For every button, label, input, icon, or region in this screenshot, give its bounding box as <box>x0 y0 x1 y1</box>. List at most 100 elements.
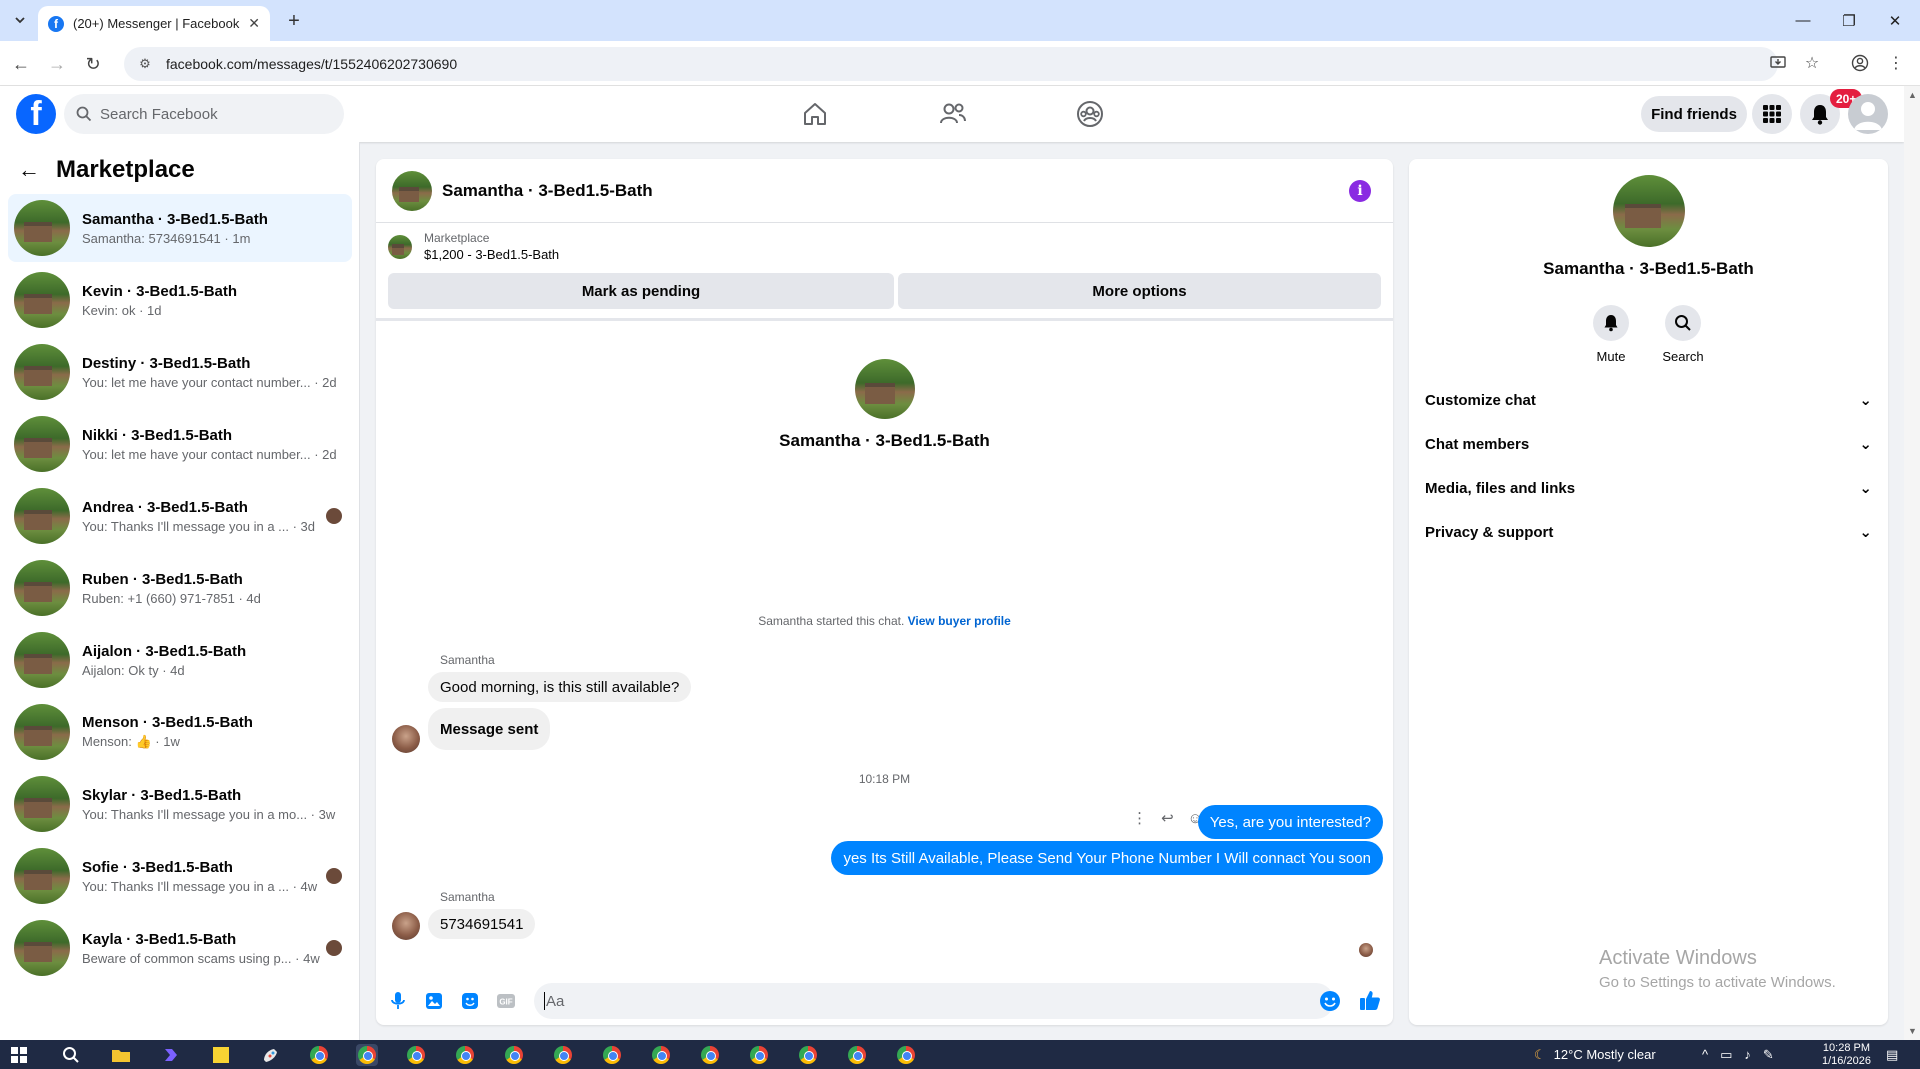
chat-list-item[interactable]: Menson · 3-Bed1.5-Bath Menson: 👍 · 1w <box>8 698 352 766</box>
chrome-icon[interactable] <box>650 1044 672 1066</box>
incoming-message[interactable]: Good morning, is this still available? <box>428 672 692 702</box>
groups-icon[interactable] <box>1070 94 1110 134</box>
sender-avatar[interactable] <box>392 725 420 753</box>
emoji-icon[interactable] <box>1318 989 1342 1013</box>
chat-list-item[interactable]: Skylar · 3-Bed1.5-Bath You: Thanks I'll m… <box>8 770 352 838</box>
gif-icon[interactable]: GIF <box>494 989 518 1013</box>
chat-list-item[interactable]: Aijalon · 3-Bed1.5-Bath Aijalon: Ok ty · … <box>8 626 352 694</box>
outgoing-message[interactable]: yes Its Still Available, Please Send You… <box>831 841 1383 875</box>
info-profile-avatar[interactable] <box>1612 175 1685 247</box>
chrome-icon[interactable] <box>895 1044 917 1066</box>
chat-list-item[interactable]: Ruben · 3-Bed1.5-Bath Ruben: +1 (660) 971… <box>8 554 352 622</box>
chat-list-item[interactable]: Kevin · 3-Bed1.5-Bath Kevin: ok · 1d <box>8 266 352 334</box>
time-separator: 10:18 PM <box>858 772 911 786</box>
forward-arrow-icon[interactable]: → <box>44 51 70 77</box>
paint-icon[interactable] <box>260 1044 282 1066</box>
microphone-icon[interactable] <box>386 989 410 1013</box>
weather-widget[interactable]: ☾ 12°C Mostly clear <box>1534 1040 1656 1069</box>
copilot-icon[interactable] <box>160 1044 182 1066</box>
chat-name: Aijalon · 3-Bed1.5-Bath <box>82 642 247 660</box>
chat-list-item[interactable]: Destiny · 3-Bed1.5-Bath You: let me have … <box>8 338 352 406</box>
chat-members-section[interactable]: Chat members ⌄ <box>1425 426 1872 462</box>
outgoing-message[interactable]: Yes, are you interested? <box>1197 805 1383 839</box>
notification-center-icon[interactable]: ▤ <box>1886 1040 1898 1069</box>
view-buyer-profile-link[interactable]: View buyer profile <box>908 614 1011 628</box>
photo-icon[interactable] <box>422 989 446 1013</box>
chrome-icon[interactable] <box>846 1044 868 1066</box>
chrome-icon[interactable] <box>748 1044 770 1066</box>
friends-icon[interactable] <box>933 94 973 134</box>
install-app-icon[interactable] <box>1766 51 1790 75</box>
chrome-icon[interactable] <box>356 1044 378 1066</box>
site-info-icon[interactable]: ⚙ <box>136 55 154 73</box>
facebook-search[interactable]: Search Facebook <box>64 94 344 134</box>
tab-search-button[interactable] <box>8 8 32 32</box>
profile-avatar[interactable] <box>854 359 915 419</box>
message-input[interactable]: Aa <box>534 983 1334 1019</box>
chrome-icon[interactable] <box>797 1044 819 1066</box>
chrome-icon[interactable] <box>503 1044 525 1066</box>
volume-icon[interactable]: ♪ <box>1744 1047 1751 1062</box>
sticky-notes-icon[interactable] <box>210 1044 232 1066</box>
windows-start-icon[interactable] <box>8 1044 30 1066</box>
facebook-logo[interactable]: f <box>16 94 56 134</box>
file-explorer-icon[interactable] <box>110 1044 132 1066</box>
listing-info[interactable]: Marketplace $1,200 - 3-Bed1.5-Bath <box>388 231 559 262</box>
more-actions-icon[interactable]: ⋮ <box>1132 809 1147 827</box>
media-files-links-section[interactable]: Media, files and links ⌄ <box>1425 470 1872 506</box>
network-icon[interactable]: ▭ <box>1720 1047 1732 1063</box>
chrome-icon[interactable] <box>699 1044 721 1066</box>
chrome-icon[interactable] <box>552 1044 574 1066</box>
incoming-message[interactable]: Message sent <box>428 708 551 750</box>
taskbar-search-icon[interactable] <box>60 1044 82 1066</box>
listing-thumbnail <box>14 488 70 544</box>
back-arrow-icon[interactable]: ← <box>8 51 34 77</box>
customize-chat-section[interactable]: Customize chat ⌄ <box>1425 382 1872 418</box>
search-in-chat-button[interactable]: Search <box>1643 305 1723 364</box>
browser-menu-icon[interactable]: ⋮ <box>1884 51 1908 75</box>
sticker-icon[interactable] <box>458 989 482 1013</box>
close-window-button[interactable]: ✕ <box>1872 0 1918 41</box>
chrome-icon[interactable] <box>601 1044 623 1066</box>
chat-list-item[interactable]: Samantha · 3-Bed1.5-Bath Samantha: 573469… <box>8 194 352 262</box>
mute-button[interactable]: Mute <box>1571 305 1651 364</box>
bookmark-star-icon[interactable]: ☆ <box>1800 51 1824 75</box>
home-icon[interactable] <box>795 94 835 134</box>
account-avatar[interactable] <box>1848 94 1888 134</box>
info-icon[interactable]: i <box>1349 180 1371 202</box>
clock[interactable]: 10:28 PM 1/16/2026 <box>1822 1040 1871 1069</box>
tab-close-icon[interactable]: ✕ <box>248 15 260 32</box>
scroll-up-arrow-icon[interactable]: ▲ <box>1908 90 1917 100</box>
new-tab-button[interactable]: + <box>282 9 306 33</box>
tray-overflow-icon[interactable]: ^ <box>1702 1047 1708 1062</box>
more-options-button[interactable]: More options <box>898 273 1381 309</box>
find-friends-button[interactable]: Find friends <box>1641 96 1747 132</box>
address-bar[interactable]: ⚙ facebook.com/messages/t/15524062027306… <box>124 47 1778 81</box>
scroll-down-arrow-icon[interactable]: ▼ <box>1908 1026 1917 1036</box>
page-scrollbar[interactable]: ▲ ▼ <box>1904 86 1920 1040</box>
browser-tab[interactable]: f (20+) Messenger | Facebook ✕ <box>38 6 270 41</box>
conversation-avatar[interactable] <box>392 170 432 211</box>
like-thumbs-up-icon[interactable] <box>1358 988 1382 1012</box>
pen-icon[interactable]: ✎ <box>1763 1047 1774 1063</box>
reply-icon[interactable]: ↩ <box>1161 809 1174 827</box>
minimize-button[interactable]: — <box>1780 0 1826 41</box>
chat-list-item[interactable]: Sofie · 3-Bed1.5-Bath You: Thanks I'll me… <box>8 842 352 910</box>
back-arrow-icon[interactable]: ← <box>18 157 40 183</box>
chrome-icon[interactable] <box>308 1044 330 1066</box>
maximize-button[interactable]: ❐ <box>1826 0 1872 41</box>
menu-grid-icon[interactable] <box>1752 94 1792 134</box>
mark-as-pending-button[interactable]: Mark as pending <box>388 273 894 309</box>
conversation-title[interactable]: Samantha · 3-Bed1.5-Bath <box>442 181 653 201</box>
profile-icon[interactable] <box>1848 51 1872 75</box>
sender-avatar[interactable] <box>392 912 420 940</box>
chat-list-item[interactable]: Kayla · 3-Bed1.5-Bath Beware of common sc… <box>8 914 352 982</box>
privacy-support-section[interactable]: Privacy & support ⌄ <box>1425 514 1872 550</box>
chat-list-item[interactable]: Andrea · 3-Bed1.5-Bath You: Thanks I'll m… <box>8 482 352 550</box>
chrome-icon[interactable] <box>405 1044 427 1066</box>
incoming-message[interactable]: 5734691541 <box>428 909 536 939</box>
chat-list-item[interactable]: Nikki · 3-Bed1.5-Bath You: let me have yo… <box>8 410 352 478</box>
chrome-icon[interactable] <box>454 1044 476 1066</box>
listing-thumbnail <box>14 200 70 256</box>
reload-icon[interactable]: ↻ <box>80 51 106 77</box>
